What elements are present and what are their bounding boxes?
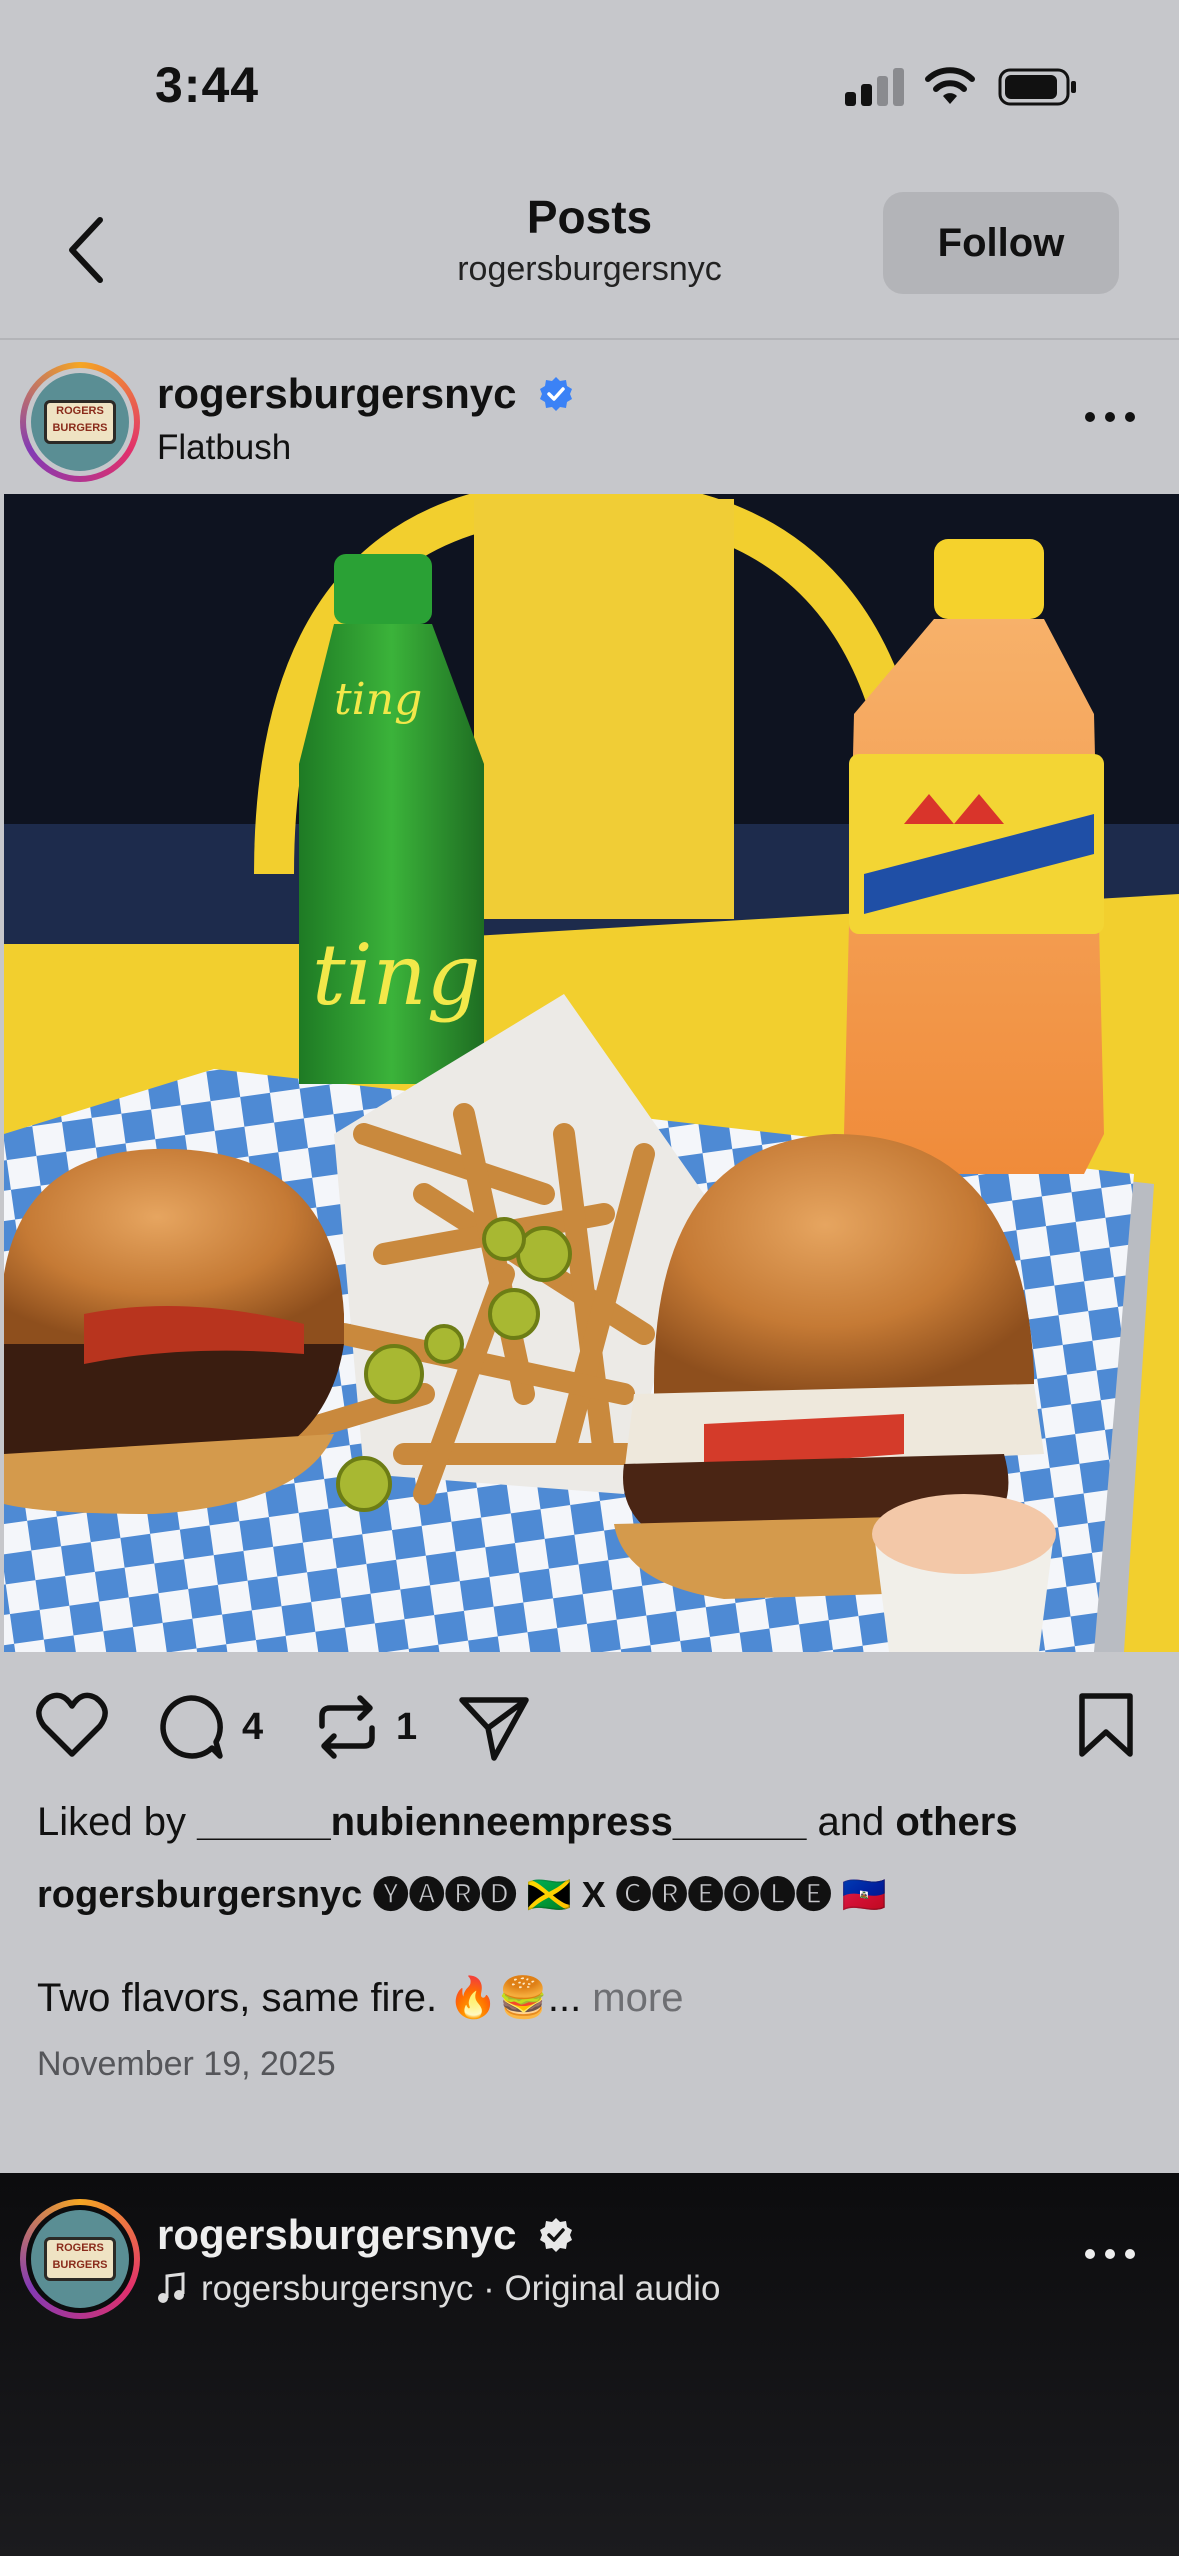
music-note-icon (158, 2272, 185, 2303)
next-avatar[interactable]: ROGERS BURGERS (20, 2199, 140, 2319)
post-actions: 4 1 (0, 1652, 1179, 1802)
liked-by-user[interactable]: ______nubienneempress______ (197, 1800, 806, 1844)
caption-header: rogersburgersnyc 🅨🅐🅡🅓 🇯🇲 X 🅒🅡🅔🅞🅛🅔 🇭🇹 (37, 1866, 886, 1918)
caption-tag: 🅨🅐🅡🅓 🇯🇲 X 🅒🅡🅔🅞🅛🅔 🇭🇹 (372, 1874, 887, 1915)
bookmark-icon[interactable] (1078, 1692, 1134, 1758)
comment-count: 4 (242, 1706, 264, 1748)
caption: Two flavors, same fire. 🔥🍔... more (37, 1974, 683, 2021)
liked-by-prefix: Liked by (37, 1800, 198, 1844)
post-date: November 19, 2025 (37, 2045, 336, 2083)
liked-by-others[interactable]: others (895, 1800, 1017, 1844)
avatar[interactable]: ROGERS BURGERS (20, 362, 140, 482)
status-time: 3:44 (155, 57, 260, 113)
post-photo[interactable]: ting ting (4, 494, 1179, 1652)
next-post-audio-text: rogersburgersnyc · Original audio (201, 2269, 721, 2308)
next-post-audio[interactable]: rogersburgersnyc · Original audio (157, 2269, 720, 2309)
svg-text:ting: ting (312, 926, 481, 1024)
status-bar: 3:44 (0, 0, 1179, 170)
post-header: ROGERS BURGERS rogersburgersnyc Flatbush (0, 342, 1179, 492)
more-icon[interactable] (1080, 402, 1140, 432)
follow-button[interactable]: Follow (883, 192, 1119, 294)
post-username[interactable]: rogersburgersnyc (157, 370, 574, 418)
avatar-logo: ROGERS BURGERS (44, 400, 116, 444)
top-nav-bar: Posts rogersburgersnyc Follow (0, 170, 1179, 340)
verified-badge-icon (540, 2218, 573, 2252)
caption-username[interactable]: rogersburgersnyc (37, 1874, 362, 1916)
next-post: ROGERS BURGERS rogersburgersnyc rogersbur… (0, 2173, 1179, 2556)
post-username-text: rogersburgersnyc (157, 370, 517, 417)
next-avatar-logo: ROGERS BURGERS (44, 2237, 116, 2281)
more-icon[interactable] (1080, 2239, 1140, 2269)
caption-text: Two flavors, same fire. 🔥🍔... (37, 1976, 582, 2020)
comment-icon[interactable] (156, 1692, 226, 1762)
liked-by-line[interactable]: Liked by ______nubienneempress______ and… (37, 1800, 1018, 1845)
food-illustration: ting ting (4, 494, 1179, 1652)
post-location[interactable]: Flatbush (157, 428, 291, 468)
cell-signal-icon (845, 66, 905, 106)
next-post-username[interactable]: rogersburgersnyc (157, 2211, 574, 2259)
liked-by-and: and (806, 1800, 896, 1844)
heart-icon[interactable] (36, 1692, 108, 1758)
share-icon[interactable] (458, 1692, 530, 1762)
wifi-icon (925, 67, 975, 104)
battery-icon (998, 68, 1076, 106)
repost-count: 1 (396, 1706, 418, 1748)
next-post-username-text: rogersburgersnyc (157, 2211, 517, 2258)
svg-text:ting: ting (334, 674, 422, 725)
more-link[interactable]: more (581, 1976, 683, 2020)
repost-icon[interactable] (314, 1692, 380, 1762)
verified-badge-icon (540, 377, 573, 411)
